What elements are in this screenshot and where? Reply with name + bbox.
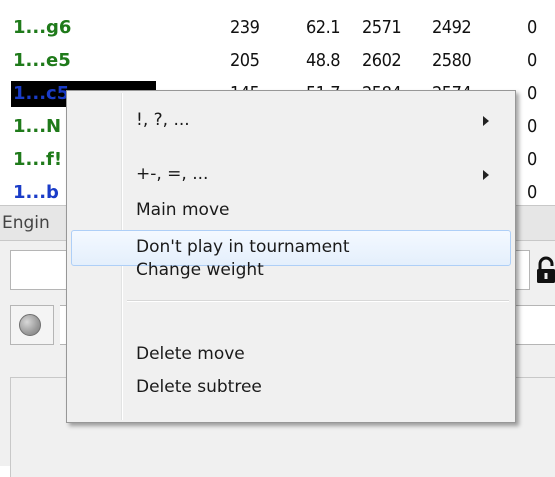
last-column-cell: 0 xyxy=(527,182,537,203)
games-cell: 239 xyxy=(230,17,260,38)
menu-item-change-weight[interactable]: Change weight xyxy=(71,253,511,289)
move-cell[interactable]: 1...g6 xyxy=(11,15,156,41)
last-column-cell: 0 xyxy=(527,50,537,71)
menu-item-label: Change weight xyxy=(136,260,264,280)
performance-cell: 2580 xyxy=(432,50,472,71)
games-cell: 205 xyxy=(230,50,260,71)
last-column-cell: 0 xyxy=(527,83,537,104)
table-row[interactable]: 1...e5 205 48.8 2602 2580 0 xyxy=(0,43,555,76)
lock-icon[interactable] xyxy=(535,255,555,285)
menu-separator xyxy=(127,300,509,302)
last-column-cell: 0 xyxy=(527,149,537,170)
menu-item-evaluation-symbols[interactable]: +-, =, ... xyxy=(71,157,511,193)
last-column-cell: 0 xyxy=(527,17,537,38)
menu-item-label: +-, =, ... xyxy=(136,164,209,184)
elo-cell: 2602 xyxy=(362,50,402,71)
submenu-arrow-icon xyxy=(483,170,489,180)
move-cell[interactable]: 1...e5 xyxy=(11,48,156,74)
menu-item-label: Main move xyxy=(136,200,230,220)
menu-item-main-move[interactable]: Main move xyxy=(71,193,511,229)
menu-item-annotation-symbols[interactable]: !, ?, ... xyxy=(71,103,511,139)
engine-status-button[interactable] xyxy=(10,305,54,345)
elo-cell: 2571 xyxy=(362,17,402,38)
score-percent-cell: 48.8 xyxy=(306,50,341,71)
status-dot-icon xyxy=(19,314,41,336)
last-column-cell: 0 xyxy=(527,116,537,137)
menu-item-label: Delete subtree xyxy=(136,377,262,397)
menu-item-label: !, ?, ... xyxy=(136,110,190,130)
menu-item-delete-move[interactable]: Delete move xyxy=(71,337,511,373)
submenu-arrow-icon xyxy=(483,116,489,126)
score-percent-cell: 62.1 xyxy=(306,17,341,38)
menu-item-label: Delete move xyxy=(136,344,245,364)
menu-item-delete-subtree[interactable]: Delete subtree xyxy=(71,370,511,406)
engine-pane-title: Engin xyxy=(2,213,50,233)
context-menu: !, ?, ... +-, =, ... Main move Don't pla… xyxy=(66,90,516,423)
performance-cell: 2492 xyxy=(432,17,472,38)
table-row[interactable]: 1...g6 239 62.1 2571 2492 0 xyxy=(0,10,555,43)
